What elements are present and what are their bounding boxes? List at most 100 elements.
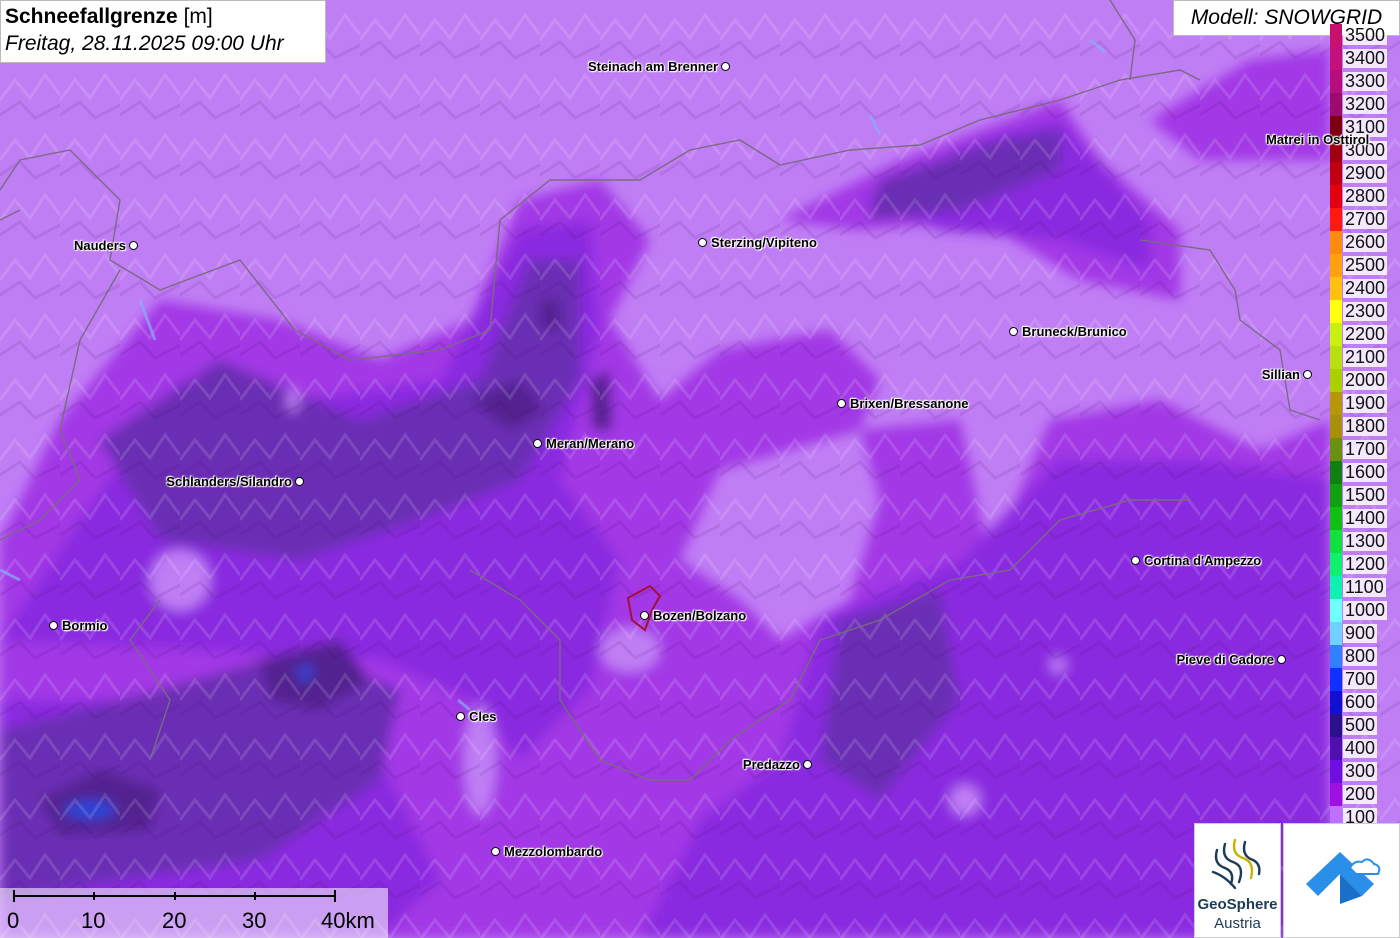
city-label[interactable]: Mezzolombardo	[504, 844, 602, 859]
city-label[interactable]: Nauders	[74, 238, 126, 253]
city-dot[interactable]	[698, 238, 707, 247]
terrain-shading	[0, 0, 1400, 938]
city-label[interactable]: Bormio	[62, 618, 108, 633]
city-label[interactable]: Matrei in Osttirol	[1266, 132, 1369, 147]
legend-row-2700: 2700	[1330, 208, 1400, 231]
legend-swatch	[1330, 24, 1342, 47]
legend-swatch	[1330, 208, 1342, 231]
city-label[interactable]: Schlanders/Silandro	[166, 474, 292, 489]
legend-swatch	[1330, 714, 1342, 737]
legend-row-2600: 2600	[1330, 231, 1400, 254]
cloud-arrow-logo-icon	[1306, 852, 1381, 904]
snowfall-line-map[interactable]	[0, 0, 1400, 938]
legend-label: 1900	[1343, 393, 1388, 413]
city-dot[interactable]	[295, 477, 304, 486]
scale-label-0: 0	[7, 908, 20, 933]
legend-row-200: 200	[1330, 783, 1400, 806]
legend-label: 1300	[1343, 531, 1388, 551]
city-dot[interactable]	[640, 611, 649, 620]
scale-label-40km: 40km	[321, 908, 375, 933]
legend-row-2100: 2100	[1330, 346, 1400, 369]
legend-label: 3500	[1343, 25, 1388, 45]
city-label[interactable]: Sillian	[1262, 367, 1300, 382]
legend-row-300: 300	[1330, 760, 1400, 783]
city-dot[interactable]	[803, 760, 812, 769]
legend-row-500: 500	[1330, 714, 1400, 737]
city-dot[interactable]	[1277, 655, 1286, 664]
city-label[interactable]: Bruneck/Brunico	[1022, 324, 1127, 339]
legend-swatch	[1330, 599, 1342, 622]
city-label[interactable]: Meran/Merano	[546, 436, 634, 451]
title-box: Schneefallgrenze [m] Freitag, 28.11.2025…	[0, 0, 326, 63]
legend-swatch	[1330, 415, 1342, 438]
legend-row-3500: 3500	[1330, 24, 1400, 47]
city-label[interactable]: Predazzo	[743, 757, 800, 772]
legend-label: 700	[1343, 669, 1378, 689]
city-label[interactable]: Cles	[469, 709, 496, 724]
legend-swatch	[1330, 70, 1342, 93]
scale-label-20: 20	[162, 908, 187, 933]
geosphere-name: GeoSphere	[1197, 896, 1278, 913]
legend-swatch	[1330, 346, 1342, 369]
city-dot[interactable]	[1303, 370, 1312, 379]
geosphere-logo[interactable]: GeoSphere Austria	[1194, 823, 1281, 938]
city-label[interactable]: Cortina d'Ampezzo	[1144, 553, 1261, 568]
scale-label-10: 10	[81, 908, 106, 933]
legend-label: 3400	[1343, 48, 1388, 68]
legend-swatch	[1330, 668, 1342, 691]
legend-row-900: 900	[1330, 622, 1400, 645]
legend-row-400: 400	[1330, 737, 1400, 760]
legend-label: 2300	[1343, 301, 1388, 321]
legend-swatch	[1330, 530, 1342, 553]
legend-row-1400: 1400	[1330, 507, 1400, 530]
city-dot[interactable]	[491, 847, 500, 856]
geosphere-country: Austria	[1214, 915, 1261, 932]
legend-swatch	[1330, 162, 1342, 185]
legend-row-1900: 1900	[1330, 392, 1400, 415]
city-dot[interactable]	[533, 439, 542, 448]
app-logo[interactable]	[1283, 823, 1400, 938]
legend-swatch	[1330, 461, 1342, 484]
city-label[interactable]: Steinach am Brenner	[588, 59, 718, 74]
legend-row-2900: 2900	[1330, 162, 1400, 185]
legend-label: 3200	[1343, 94, 1388, 114]
legend-label: 2700	[1343, 209, 1388, 229]
legend-swatch	[1330, 47, 1342, 70]
legend-label: 2200	[1343, 324, 1388, 344]
legend-row-700: 700	[1330, 668, 1400, 691]
legend-label: 1000	[1343, 600, 1388, 620]
legend-swatch	[1330, 691, 1342, 714]
city-label[interactable]: Sterzing/Vipiteno	[711, 235, 817, 250]
legend-row-3200: 3200	[1330, 93, 1400, 116]
legend-row-1300: 1300	[1330, 530, 1400, 553]
city-label[interactable]: Bozen/Bolzano	[653, 608, 746, 623]
legend-label: 800	[1343, 646, 1378, 666]
legend-row-1000: 1000	[1330, 599, 1400, 622]
legend-row-1500: 1500	[1330, 484, 1400, 507]
legend-label: 1400	[1343, 508, 1388, 528]
city-dot[interactable]	[129, 241, 138, 250]
legend-swatch	[1330, 254, 1342, 277]
legend-label: 2400	[1343, 278, 1388, 298]
legend-row-2300: 2300	[1330, 300, 1400, 323]
legend-swatch	[1330, 645, 1342, 668]
city-dot[interactable]	[837, 399, 846, 408]
legend-row-1700: 1700	[1330, 438, 1400, 461]
city-dot[interactable]	[49, 621, 58, 630]
legend-label: 2500	[1343, 255, 1388, 275]
city-label[interactable]: Brixen/Bressanone	[850, 396, 969, 411]
legend-swatch	[1330, 783, 1342, 806]
city-dot[interactable]	[721, 62, 730, 71]
legend-row-600: 600	[1330, 691, 1400, 714]
legend-swatch	[1330, 438, 1342, 461]
legend-swatch	[1330, 277, 1342, 300]
city-dot[interactable]	[1009, 327, 1018, 336]
city-dot[interactable]	[1131, 556, 1140, 565]
legend-label: 200	[1343, 784, 1378, 804]
legend-label: 1800	[1343, 416, 1388, 436]
city-label[interactable]: Pieve di Cadore	[1176, 652, 1274, 667]
city-dot[interactable]	[456, 712, 465, 721]
geosphere-logo-icon	[1211, 838, 1261, 890]
legend-label: 2800	[1343, 186, 1388, 206]
legend-row-2000: 2000	[1330, 369, 1400, 392]
